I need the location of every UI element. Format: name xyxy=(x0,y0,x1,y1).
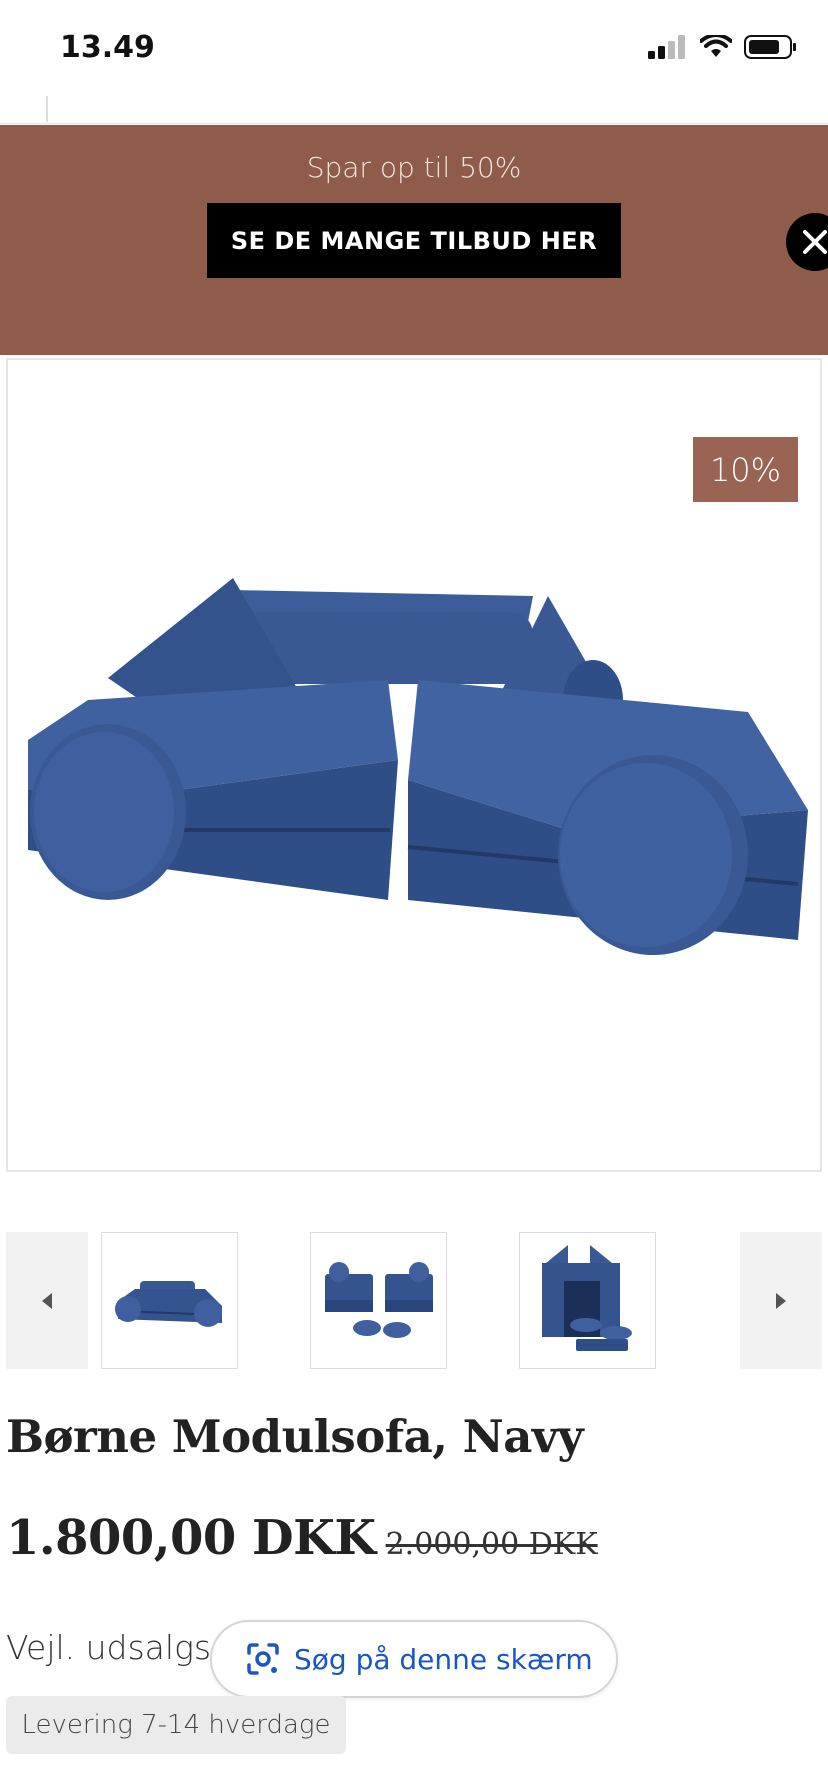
product-title: Børne Modulsofa, Navy xyxy=(6,1410,584,1463)
price-old: 2.000,00 DKK xyxy=(385,1527,598,1562)
thumbnail-playhouse[interactable] xyxy=(519,1232,656,1369)
thumbnail-prev-button[interactable] xyxy=(6,1232,88,1369)
promo-close-button[interactable] xyxy=(786,213,828,271)
price-row: 1.800,00 DKK 2.000,00 DKK xyxy=(6,1510,598,1566)
lens-icon xyxy=(247,1643,279,1675)
lens-search-button[interactable]: Søg på denne skærm xyxy=(210,1620,618,1698)
promo-offers-button[interactable]: SE DE MANGE TILBUD HER xyxy=(207,203,621,278)
promo-banner: Spar op til 50% SE DE MANGE TILBUD HER xyxy=(0,125,828,355)
thumbnail-sofa[interactable] xyxy=(101,1232,238,1369)
sofa-image xyxy=(28,578,808,955)
status-bar: 13.49 xyxy=(0,0,828,92)
armchairs-thumbnail-icon xyxy=(324,1261,433,1338)
rrp-label: Vejl. udsalgsp xyxy=(6,1628,233,1667)
thumbnail-carousel xyxy=(6,1232,822,1369)
caret-right-icon xyxy=(776,1292,786,1309)
playhouse-thumbnail-icon xyxy=(541,1244,632,1351)
close-icon xyxy=(803,230,827,254)
promo-text: Spar op til 50% xyxy=(306,151,522,184)
price-current: 1.800,00 DKK xyxy=(6,1510,376,1566)
product-main-image[interactable]: 10% xyxy=(6,358,822,1172)
sofa-thumbnail-icon xyxy=(114,1280,222,1327)
delivery-tag: Levering 7-14 hverdage xyxy=(6,1696,346,1754)
header-divider xyxy=(46,96,48,122)
thumbnail-next-button[interactable] xyxy=(740,1232,822,1369)
wifi-icon xyxy=(700,35,732,57)
caret-left-icon xyxy=(42,1292,52,1309)
battery-icon xyxy=(744,35,796,59)
status-time: 13.49 xyxy=(60,30,155,65)
signal-icon xyxy=(648,35,685,59)
thumbnail-armchairs[interactable] xyxy=(310,1232,447,1369)
header-strip xyxy=(0,92,828,124)
status-icons xyxy=(648,34,798,60)
lens-search-label: Søg på denne skærm xyxy=(294,1642,593,1676)
